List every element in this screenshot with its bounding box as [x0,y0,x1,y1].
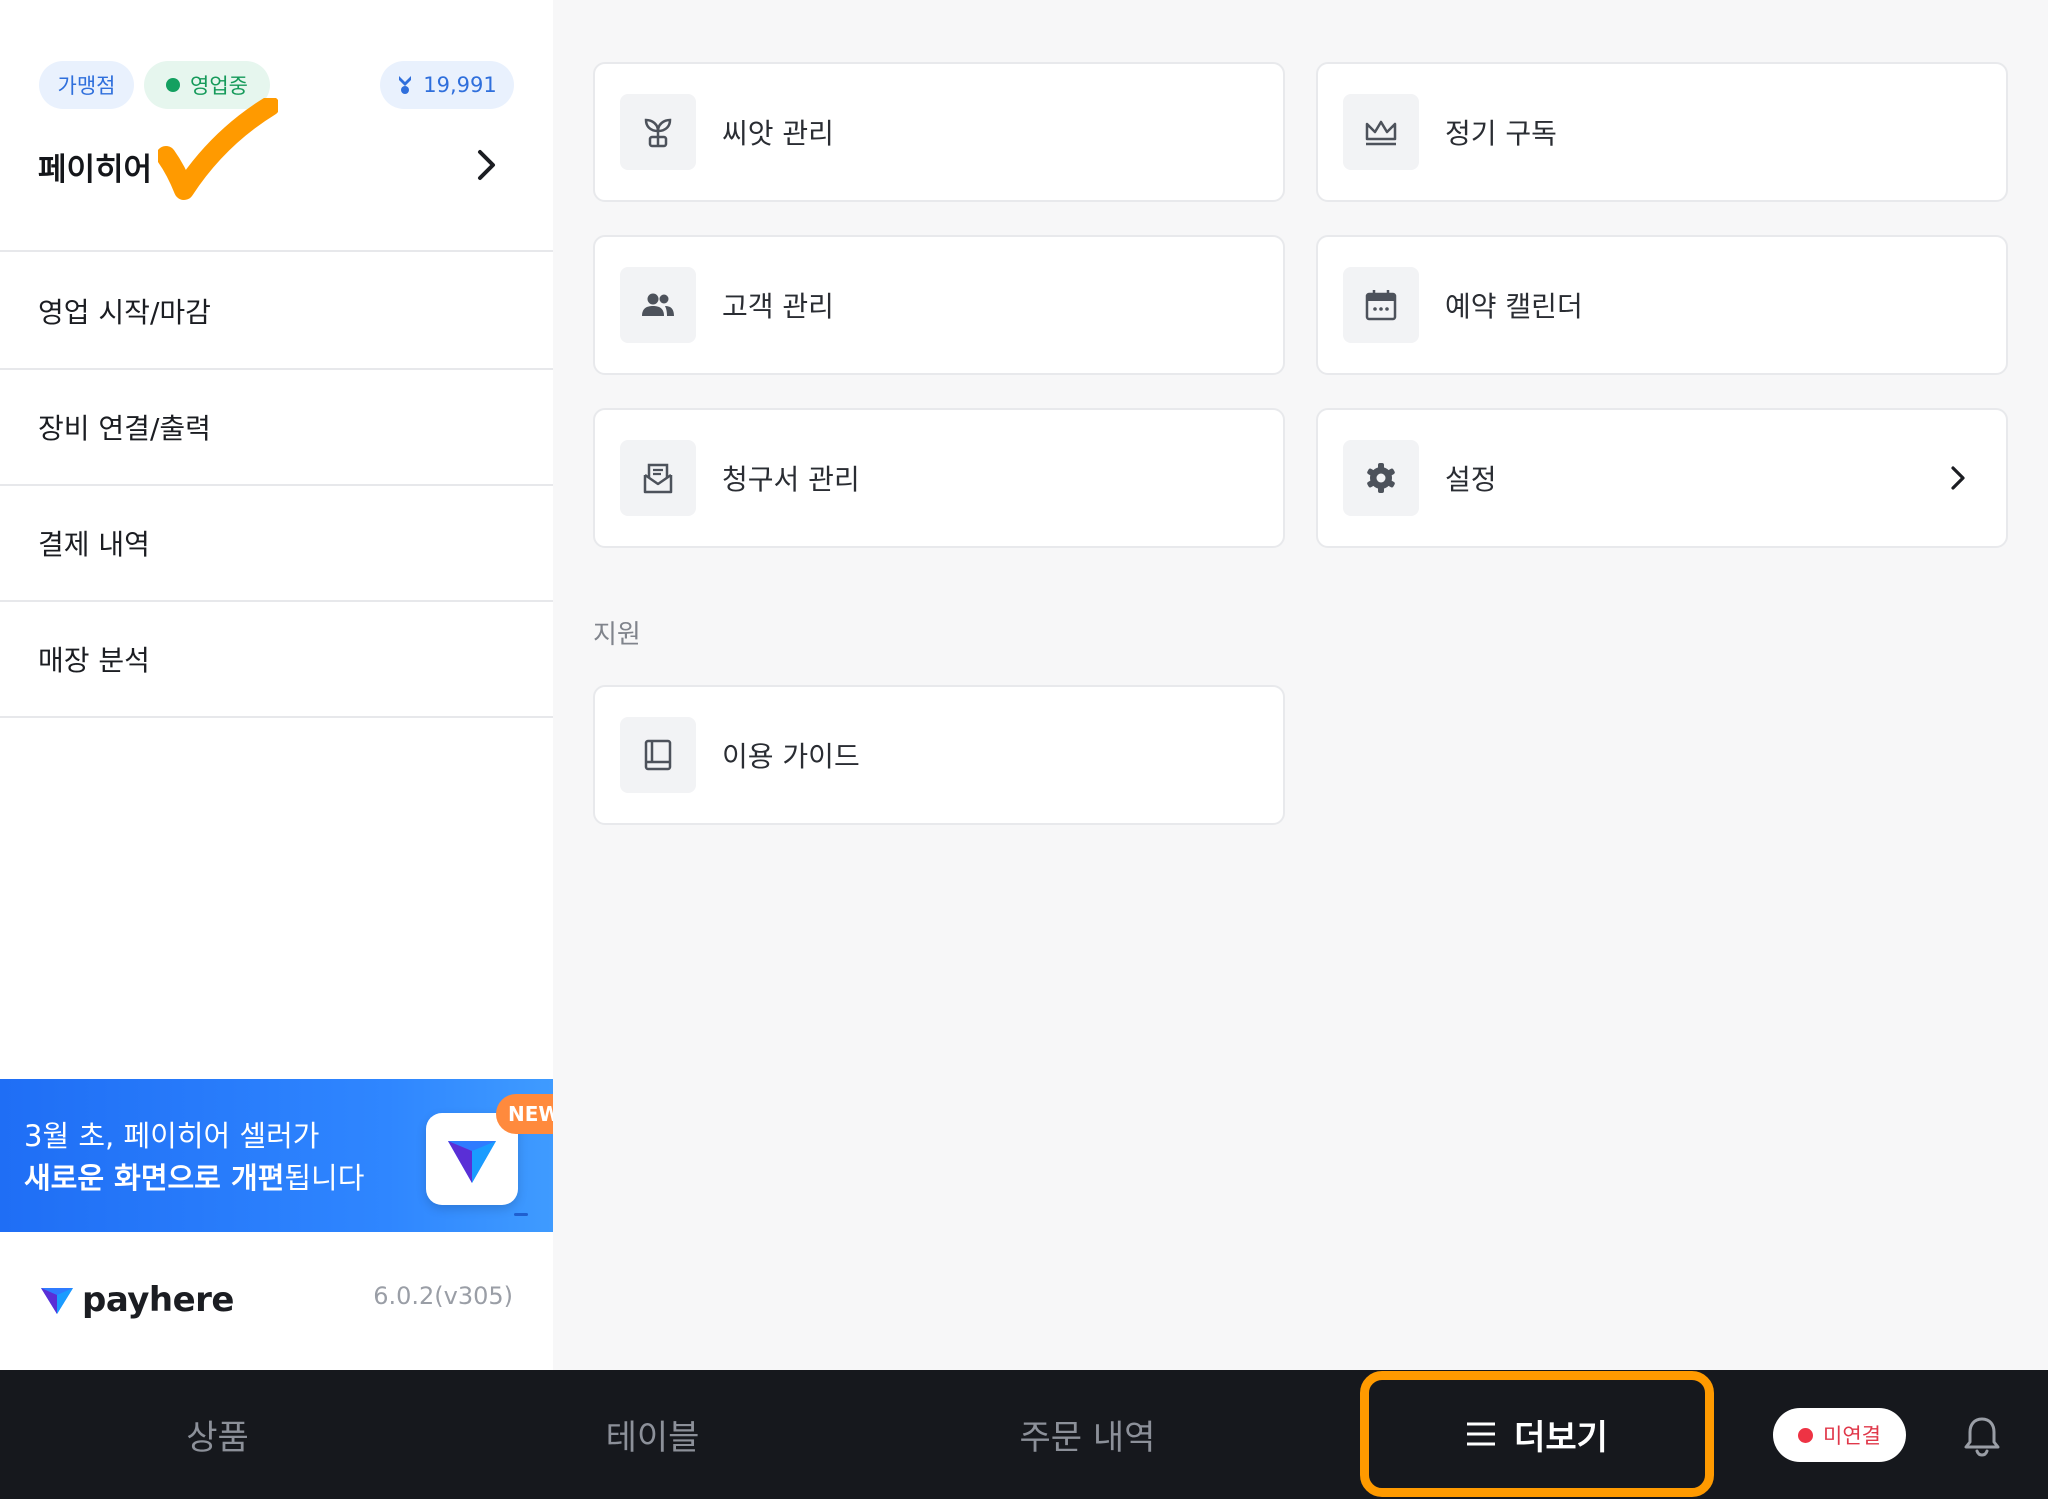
card-customer-management[interactable]: 고객 관리 [593,235,1285,375]
nav-tab-tables[interactable]: 테이블 [435,1370,870,1499]
status-dot-icon [166,78,181,92]
chevron-right-icon [478,150,495,180]
sprout-icon [620,94,696,170]
seed-count-badge[interactable]: 19,991 [380,61,514,109]
chevron-right-icon [1951,466,1965,490]
payhere-logo: payhere [40,1280,235,1320]
support-section-title: 지원 [593,620,641,650]
new-badge: NEW [496,1094,553,1134]
card-reservation-calendar[interactable]: 예약 캘린더 [1316,235,2008,375]
book-icon [620,717,696,793]
gear-icon [1343,440,1419,516]
sidebar: 가맹점 영업중 19,991 페이히어 영업 시작/마감 장비 연결/출력 결제… [0,0,553,1370]
banner-line1: 3월 초, 페이히어 셀러가 [24,1119,320,1153]
connection-status-pill[interactable]: 미연결 [1773,1408,1906,1462]
store-profile[interactable]: 가맹점 영업중 19,991 페이히어 [0,0,553,252]
banner-line2: 새로운 화면으로 개편됩니다 [24,1161,365,1195]
nav-tab-order-history[interactable]: 주문 내역 [870,1370,1305,1499]
card-subscription[interactable]: 정기 구독 [1316,62,2008,202]
store-name: 페이히어 [38,152,153,188]
card-invoice-management[interactable]: 청구서 관리 [593,408,1285,548]
card-settings[interactable]: 설정 [1316,408,2008,548]
nav-tab-more[interactable]: 더보기 [1360,1371,1714,1497]
seed-icon [399,76,412,94]
menu-item-payment-history[interactable]: 결제 내역 [0,486,553,602]
crown-icon [1343,94,1419,170]
people-icon [620,267,696,343]
app-version: 6.0.2(v305) [373,1282,513,1310]
menu-item-device-connection[interactable]: 장비 연결/출력 [0,370,553,486]
menu-item-store-analytics[interactable]: 매장 분석 [0,602,553,718]
nav-tab-products[interactable]: 상품 [0,1370,435,1499]
card-seed-management[interactable]: 씨앗 관리 [593,62,1285,202]
card-user-guide[interactable]: 이용 가이드 [593,685,1285,825]
promo-banner[interactable]: 3월 초, 페이히어 셀러가 새로운 화면으로 개편됩니다 NEW [0,1079,553,1232]
payhere-logo-icon [41,1288,73,1314]
status-dot-icon [1798,1427,1814,1443]
bell-icon[interactable] [1962,1415,2002,1457]
checkmark-annotation-icon [158,98,278,200]
store-type-badge: 가맹점 [39,61,134,109]
hamburger-menu-icon [1467,1422,1496,1446]
menu-item-business-hours[interactable]: 영업 시작/마감 [0,254,553,370]
calendar-icon [1343,267,1419,343]
bottom-nav: 상품 테이블 주문 내역 더보기 [0,1370,2048,1499]
banner-indicator [514,1213,528,1216]
invoice-icon [620,440,696,516]
